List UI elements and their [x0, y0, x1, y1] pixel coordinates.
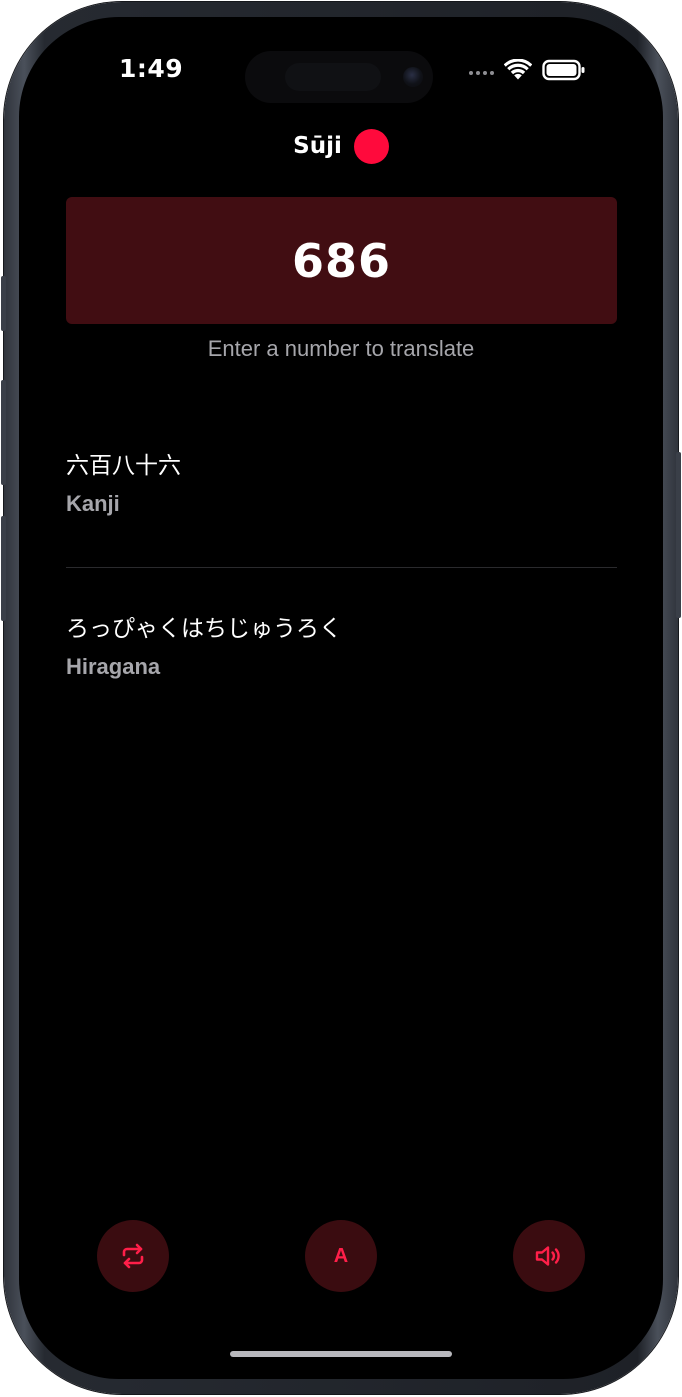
- repeat-icon: [122, 1243, 144, 1269]
- wifi-icon: [504, 59, 532, 80]
- action-button: [1, 276, 6, 331]
- volume-down-button: [1, 516, 6, 621]
- result-divider: [66, 567, 617, 568]
- volume-up-button: [1, 380, 6, 485]
- battery-icon: [542, 59, 585, 81]
- speak-button[interactable]: [513, 1220, 585, 1292]
- dynamic-island: [245, 51, 433, 103]
- number-value: 686: [291, 233, 392, 288]
- hiragana-result[interactable]: ろっぴゃくはちじゅうろく Hiragana: [66, 613, 617, 680]
- kanji-result[interactable]: 六百八十六 Kanji: [66, 450, 617, 517]
- status-dot-icon: [353, 128, 389, 164]
- app-header: Sūji: [19, 127, 663, 165]
- status-time: 1:49: [119, 54, 184, 83]
- signal-dots-icon: [469, 71, 494, 75]
- front-camera-icon: [403, 67, 423, 87]
- kanji-text: 六百八十六: [66, 453, 181, 479]
- number-input[interactable]: 686: [66, 197, 617, 324]
- face-sensor: [285, 63, 381, 91]
- screen: 1:49 Sūji 686 Enter a number to translat…: [19, 17, 663, 1379]
- status-icons: [469, 59, 586, 81]
- input-hint: Enter a number to translate: [207, 336, 475, 361]
- repeat-button[interactable]: [97, 1220, 169, 1292]
- hiragana-text: ろっぴゃくはちじゅうろく: [66, 616, 342, 642]
- letter-a-icon: A: [333, 1244, 349, 1267]
- app-title: Sūji: [293, 133, 342, 159]
- kanji-label: Kanji: [66, 491, 120, 516]
- script-toggle-button[interactable]: A: [305, 1220, 377, 1292]
- home-indicator[interactable]: [230, 1351, 452, 1357]
- hiragana-label: Hiragana: [66, 654, 161, 679]
- power-button: [676, 452, 681, 618]
- speaker-icon: [535, 1246, 560, 1266]
